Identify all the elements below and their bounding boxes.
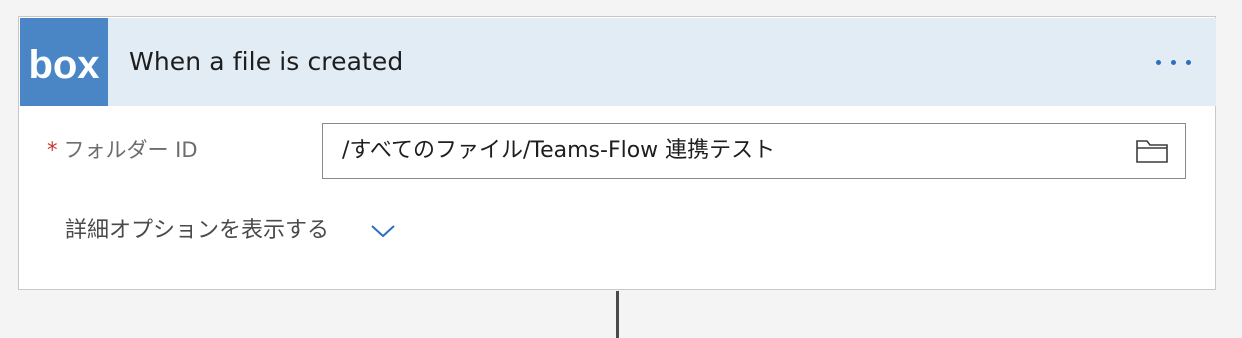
flow-connector-line: [616, 291, 619, 338]
folder-id-label: * フォルダー ID: [47, 132, 198, 168]
folder-id-label-text: フォルダー ID: [63, 138, 198, 162]
folder-id-input[interactable]: /すべてのファイル/Teams-Flow 連携テスト: [322, 123, 1186, 179]
svg-text:box: box: [28, 43, 99, 87]
folder-icon[interactable]: [1135, 137, 1169, 165]
box-logo: box: [20, 18, 108, 106]
trigger-card: box When a file is created * フォルダー ID /すべ…: [18, 16, 1216, 290]
trigger-title: When a file is created: [129, 47, 404, 76]
folder-id-value[interactable]: /すべてのファイル/Teams-Flow 連携テスト: [342, 124, 775, 178]
box-logo-icon: box: [28, 43, 99, 87]
trigger-header[interactable]: box When a file is created: [20, 18, 1216, 106]
required-marker: *: [47, 138, 58, 162]
more-options-icon[interactable]: [1152, 51, 1196, 73]
chevron-down-icon[interactable]: [370, 221, 396, 241]
show-advanced-options-link[interactable]: 詳細オプションを表示する: [65, 213, 329, 249]
